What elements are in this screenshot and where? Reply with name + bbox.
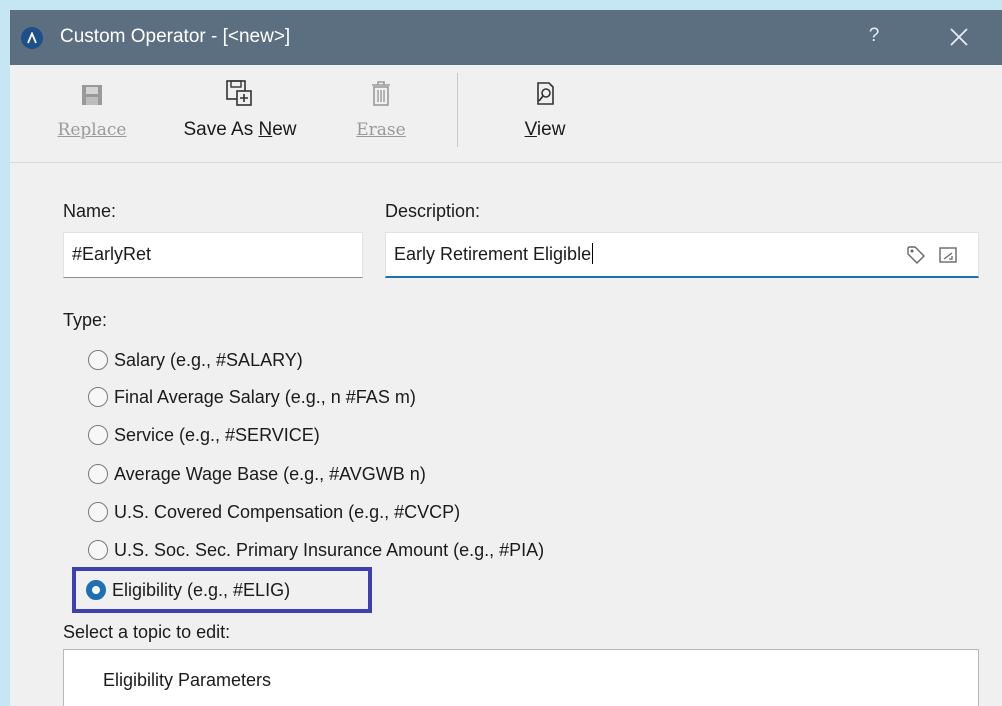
title-bar[interactable]: Custom Operator - [<new>] ? [10, 10, 1002, 65]
text-caret [592, 243, 594, 264]
close-icon [950, 28, 968, 46]
topic-list[interactable]: Eligibility Parameters [63, 649, 979, 706]
type-option-primary-insurance-amount[interactable]: U.S. Soc. Sec. Primary Insurance Amount … [88, 536, 544, 564]
type-option-eligibility[interactable]: Eligibility (e.g., #ELIG) [86, 576, 290, 604]
description-value: Early Retirement Eligible [394, 244, 592, 264]
type-option-salary[interactable]: Salary (e.g., #SALARY) [88, 346, 303, 374]
name-label: Name: [63, 201, 117, 221]
form-area: Name: Description: #EarlyRet Early Retir… [10, 164, 1002, 706]
name-field[interactable]: #EarlyRet [63, 232, 363, 278]
replace-label: Replace [58, 119, 127, 141]
replace-label-text: Replace [57, 120, 127, 140]
save-as-new-label-prefix: Save As [183, 119, 259, 140]
trash-icon [372, 81, 390, 106]
window-title: Custom Operator - [<new>] [60, 26, 291, 47]
type-option-label: Average Wage Base (e.g., #AVGWB n) [114, 464, 426, 484]
save-icon [82, 85, 102, 105]
type-option-covered-compensation[interactable]: U.S. Covered Compensation (e.g., #CVCP) [88, 498, 460, 526]
type-option-label: Salary (e.g., #SALARY) [114, 350, 303, 370]
toolbar: Replace Save As New Erase View [10, 65, 1002, 163]
save-as-new-button[interactable]: Save As New [170, 75, 310, 155]
type-option-final-average-salary[interactable]: Final Average Salary (e.g., n #FAS m) [88, 383, 416, 411]
tag-icon[interactable] [906, 245, 926, 265]
view-label: View [525, 119, 566, 141]
radio-unchecked-icon [88, 502, 108, 522]
save-as-new-label: Save As New [183, 119, 296, 141]
save-as-new-label-mnemonic: N [258, 119, 273, 140]
erase-button[interactable]: Erase [346, 75, 416, 155]
note-icon[interactable] [938, 245, 958, 265]
type-option-service[interactable]: Service (e.g., #SERVICE) [88, 421, 320, 449]
erase-label-text: Erase [356, 120, 406, 140]
radio-unchecked-icon [88, 464, 108, 484]
description-label: Description: [385, 201, 481, 221]
erase-label: Erase [356, 119, 405, 141]
type-option-average-wage-base[interactable]: Average Wage Base (e.g., #AVGWB n) [88, 460, 426, 488]
type-option-label: Eligibility (e.g., #ELIG) [112, 580, 291, 600]
save-as-new-label-suffix: ew [272, 119, 297, 140]
radio-unchecked-icon [88, 387, 108, 407]
type-option-label: U.S. Covered Compensation (e.g., #CVCP) [114, 502, 461, 522]
description-field[interactable]: Early Retirement Eligible [385, 232, 979, 278]
list-item[interactable]: Eligibility Parameters [103, 669, 271, 691]
help-button[interactable]: ? [862, 22, 886, 50]
type-option-label: Final Average Salary (e.g., n #FAS m) [114, 387, 416, 407]
view-label-suffix: iew [536, 119, 566, 140]
toolbar-separator [457, 73, 458, 147]
type-label: Type: [63, 310, 108, 330]
view-label-mnemonic: V [524, 119, 537, 140]
radio-checked-icon [86, 580, 106, 600]
type-option-label: U.S. Soc. Sec. Primary Insurance Amount … [114, 540, 545, 560]
replace-button[interactable]: Replace [52, 75, 132, 155]
custom-operator-dialog: Custom Operator - [<new>] ? Replace Save… [10, 10, 1002, 706]
topic-label: Select a topic to edit: [63, 622, 231, 642]
view-button[interactable]: View [515, 75, 575, 155]
name-value: #EarlyRet [72, 244, 152, 264]
view-document-icon [537, 82, 554, 105]
radio-unchecked-icon [88, 350, 108, 370]
type-option-label: Service (e.g., #SERVICE) [114, 425, 320, 445]
app-logo-icon [21, 27, 43, 49]
radio-unchecked-icon [88, 540, 108, 560]
save-as-new-icon [226, 80, 252, 106]
close-button[interactable] [948, 26, 970, 48]
radio-unchecked-icon [88, 425, 108, 445]
